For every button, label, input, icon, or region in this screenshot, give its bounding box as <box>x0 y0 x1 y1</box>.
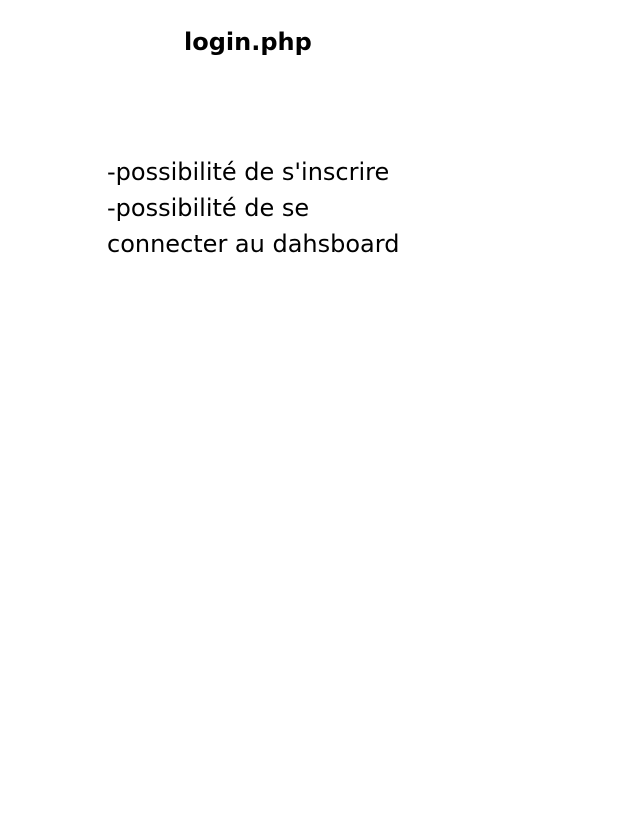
note-line: connecter au dahsboard <box>107 230 400 258</box>
note-line: -possibilité de se <box>107 194 310 222</box>
note-line: -possibilité de s'inscrire <box>107 158 390 186</box>
page-title: login.php <box>184 28 312 56</box>
feature-notes: -possibilité de s'inscrire -possibilité … <box>107 154 437 262</box>
